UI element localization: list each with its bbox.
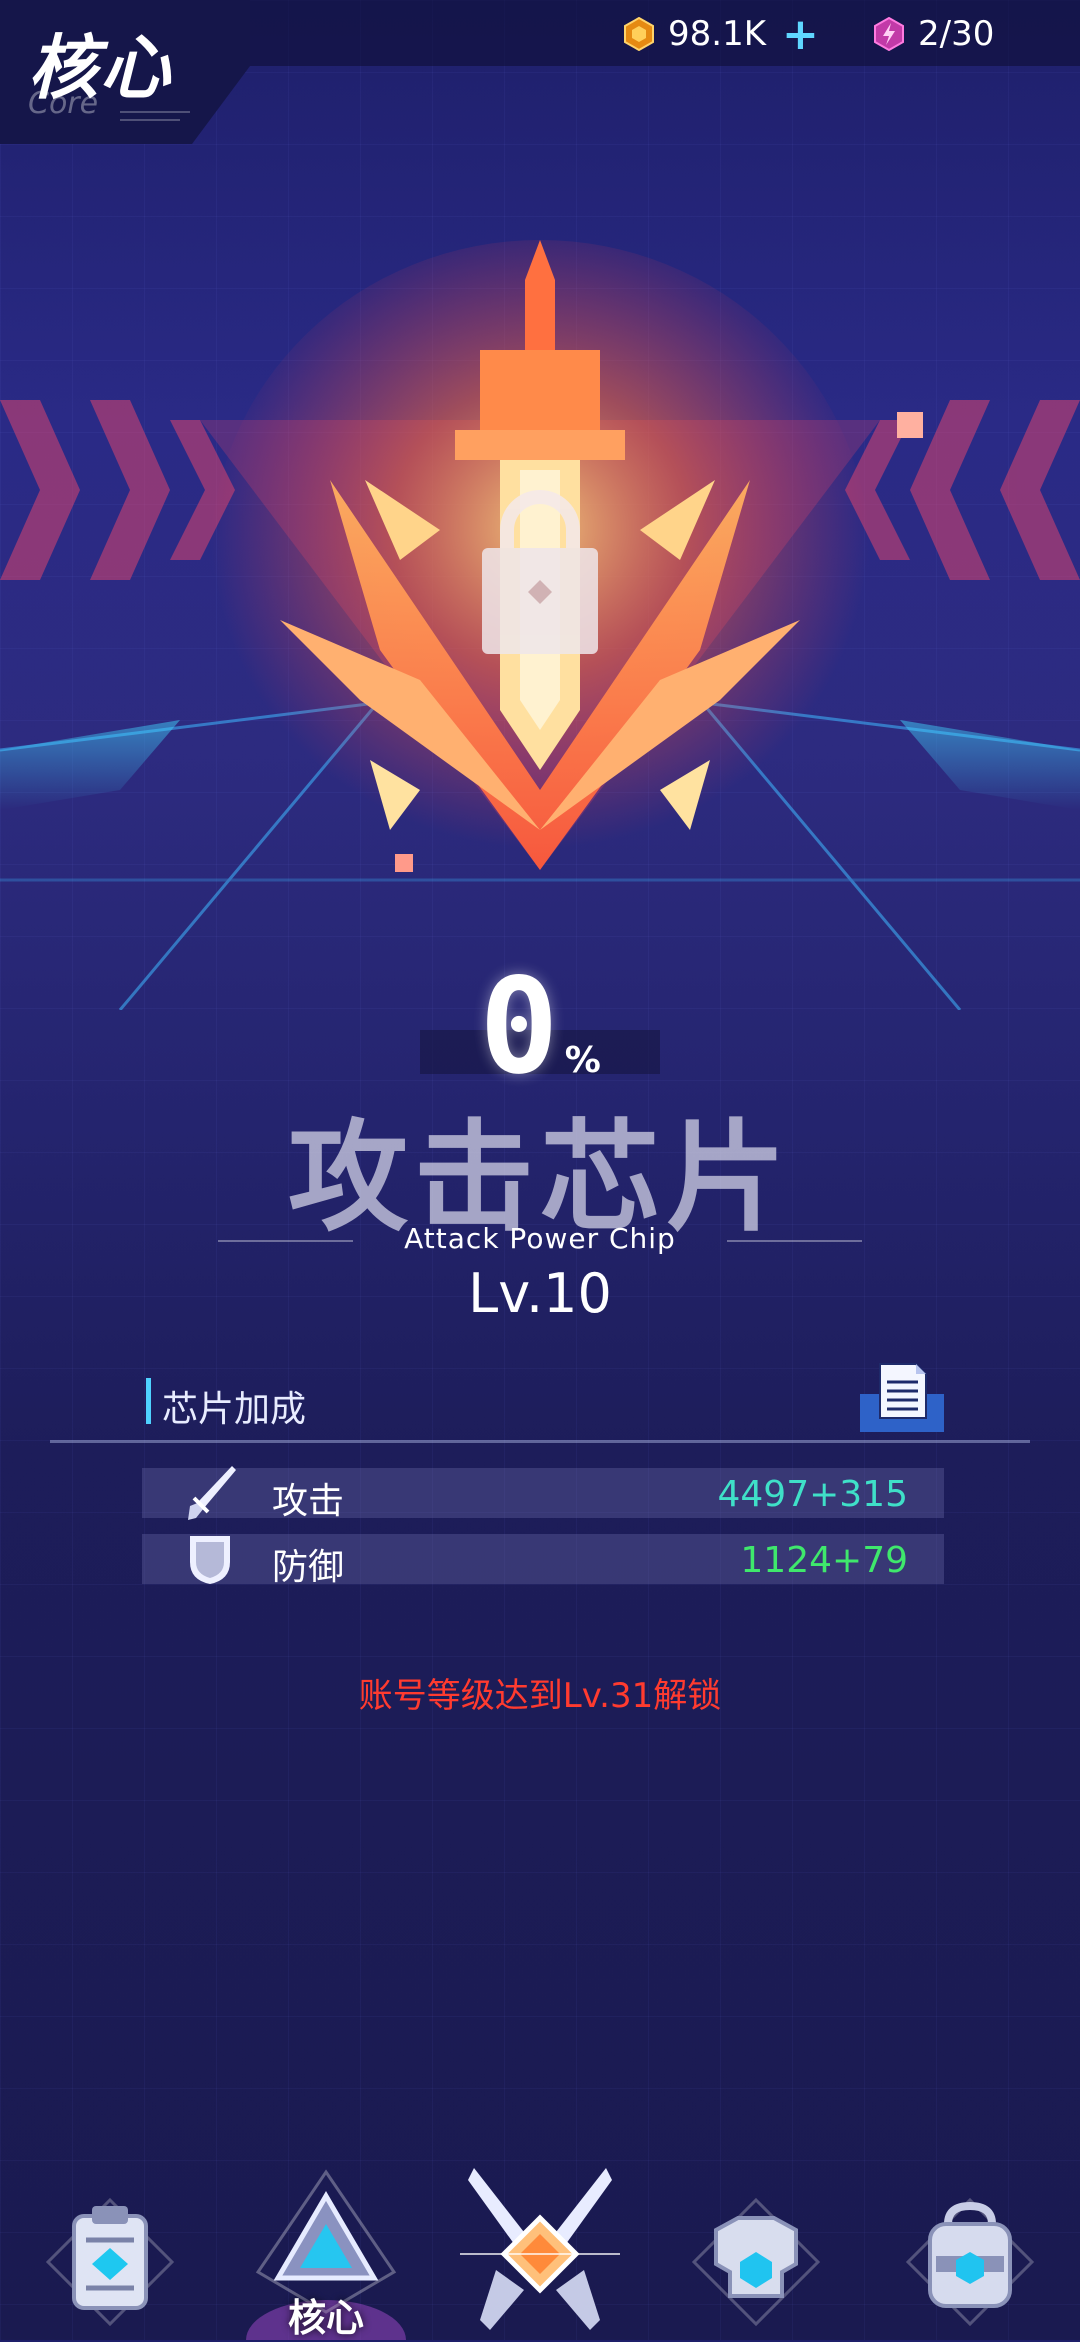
chip-name-en: Attack Power Chip xyxy=(404,1222,676,1255)
chip-level: Lv.10 xyxy=(468,1262,612,1325)
progress-percent-sign: % xyxy=(564,1040,601,1081)
backpack-icon xyxy=(905,2197,1035,2327)
clipboard-icon xyxy=(45,2197,175,2327)
nav-active-label: 核心 xyxy=(287,2296,364,2340)
sword-icon xyxy=(188,1466,236,1520)
crossed-swords-icon xyxy=(460,2168,620,2330)
gold-amount: 98.1K xyxy=(668,14,766,54)
nav-item-core[interactable]: 核心 xyxy=(246,2160,406,2340)
nav-item-missions[interactable] xyxy=(30,2160,190,2340)
shield-icon xyxy=(190,1536,230,1584)
stat-row-defense: 防御 1124+79 xyxy=(142,1534,944,1588)
section-accent-bar xyxy=(146,1378,151,1424)
unlock-requirement-text: 账号等级达到Lv.31解锁 xyxy=(358,1676,722,1716)
details-document-icon[interactable] xyxy=(860,1362,944,1432)
bottom-nav: 核心 xyxy=(0,2160,1080,2340)
stat-value: 1124+79 xyxy=(740,1540,908,1581)
nav-item-equipment[interactable] xyxy=(676,2160,836,2340)
add-gold-button[interactable]: + xyxy=(782,9,819,60)
page-subtitle: Core xyxy=(28,86,99,121)
stat-label: 防御 xyxy=(272,1547,345,1588)
gold-counter[interactable]: 98.1K + xyxy=(622,9,819,60)
nav-item-battle[interactable] xyxy=(460,2160,620,2340)
energy-icon xyxy=(874,17,904,51)
stat-row-attack: 攻击 4497+315 xyxy=(142,1466,944,1522)
armor-icon xyxy=(691,2197,821,2327)
nav-item-bag[interactable] xyxy=(890,2160,1050,2340)
stat-label: 攻击 xyxy=(272,1481,345,1522)
energy-amount: 2/30 xyxy=(918,14,995,54)
section-divider xyxy=(50,1440,1030,1443)
gold-coin-icon xyxy=(624,17,654,51)
stat-value: 4497+315 xyxy=(717,1474,909,1515)
energy-counter[interactable]: 2/30 xyxy=(872,14,994,54)
attack-chip-emblem xyxy=(0,240,1080,1010)
bonus-section-title: 芯片加成 xyxy=(162,1389,307,1430)
